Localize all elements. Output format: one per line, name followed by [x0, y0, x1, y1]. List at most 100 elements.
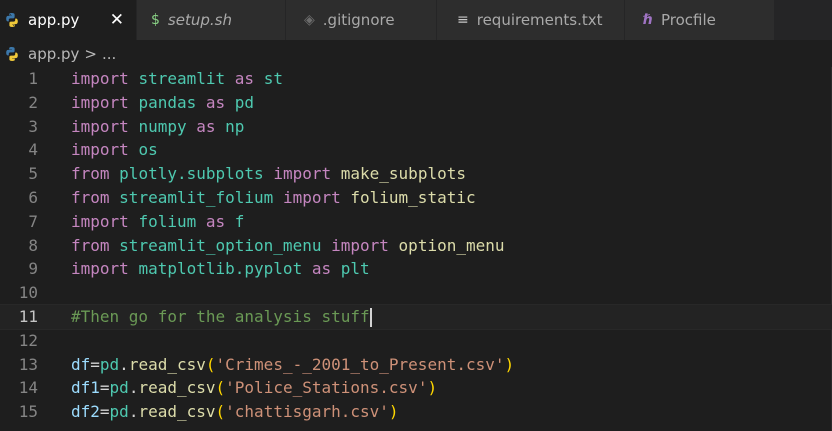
code-token: ( [205, 354, 216, 374]
code-text[interactable]: import os [71, 138, 158, 162]
line-number: 3 [28, 116, 38, 136]
code-text[interactable]: import folium as f [71, 210, 244, 234]
line-number: 1 [28, 69, 38, 88]
python-icon [6, 13, 18, 27]
code-text[interactable]: df2=pd.read_csv('chattisgarh.csv') [71, 400, 399, 424]
tab-gitignore[interactable]: ◈ .gitignore [286, 0, 437, 40]
code-token: plt [340, 259, 370, 279]
code-line[interactable]: 15 df2=pd.read_csv('chattisgarh.csv') [0, 400, 832, 424]
breadcrumb-file[interactable]: app.py [28, 45, 79, 63]
tab-setup-sh[interactable]: $ setup.sh [137, 0, 286, 40]
line-number: 11 [18, 306, 38, 326]
line-number: 12 [18, 330, 38, 350]
code-token: . [128, 378, 139, 398]
code-token: read_csv [138, 378, 216, 398]
code-line[interactable]: 10 [0, 281, 832, 305]
tab-app-py[interactable]: app.py ✕ [0, 0, 137, 40]
code-token: numpy [138, 116, 187, 136]
heroku-icon: ℏ [643, 12, 653, 28]
code-token: import [71, 259, 129, 279]
line-number: 4 [28, 140, 38, 160]
code-token: import [71, 116, 129, 136]
code-text[interactable]: df=pd.read_csv('Crimes_-_2001_to_Present… [71, 353, 514, 377]
code-token: pd [109, 402, 129, 422]
code-text[interactable]: df1=pd.read_csv('Police_Stations.csv') [71, 376, 437, 400]
code-token: 'Crimes_-_2001_to_Present.csv' [215, 354, 505, 374]
code-token: #Then go for the analysis stuff [71, 306, 370, 326]
code-token: as [205, 92, 226, 112]
code-token: ( [215, 402, 226, 422]
code-line[interactable]: 9 import matplotlib.pyplot as plt [0, 257, 832, 281]
code-token: import [282, 187, 341, 207]
code-line[interactable]: 4 import os [0, 138, 832, 162]
code-token: import [71, 211, 129, 231]
code-token: from [71, 235, 110, 255]
code-text[interactable]: import numpy as np [71, 115, 244, 139]
tab-procfile[interactable]: ℏ Procfile [625, 0, 775, 40]
code-token: df [71, 354, 91, 374]
tab-requirements-txt[interactable]: ≡ requirements.txt [437, 0, 625, 40]
close-icon[interactable]: ✕ [110, 10, 124, 30]
code-token: import [331, 235, 389, 255]
code-token: as [205, 211, 226, 231]
code-token: option_menu [398, 235, 505, 255]
code-token: f [234, 211, 245, 231]
tab-label: Procfile [660, 11, 716, 29]
line-number: 6 [28, 187, 38, 207]
line-number: 7 [28, 211, 38, 231]
code-token: streamlit_folium [119, 187, 274, 207]
code-token: read_csv [128, 354, 206, 374]
code-token: 'chattisgarh.csv' [225, 402, 389, 422]
code-text[interactable]: from streamlit_folium import folium_stat… [71, 186, 476, 210]
code-text[interactable]: import streamlit as st [71, 67, 283, 91]
code-token: import [273, 164, 332, 184]
code-line[interactable]: 2 import pandas as pd [0, 91, 832, 115]
code-token: plotly.subplots [119, 164, 264, 184]
code-line[interactable]: 3 import numpy as np [0, 115, 832, 139]
code-token: ) [427, 378, 438, 398]
lines-icon: ≡ [457, 12, 469, 28]
code-text[interactable]: from plotly.subplots import make_subplot… [71, 162, 466, 186]
code-token: from [71, 187, 110, 207]
code-editor[interactable]: 1 import streamlit as st 2 import pandas as… [0, 67, 832, 431]
code-token: df2 [71, 402, 100, 422]
code-line[interactable]: 11 #Then go for the analysis stuff [0, 303, 832, 330]
line-number: 13 [18, 354, 38, 374]
text-cursor [369, 307, 372, 327]
code-token: pd [99, 354, 120, 374]
code-line[interactable]: 7 import folium as f [0, 210, 832, 234]
code-token: import [71, 92, 129, 112]
code-line[interactable]: 5 from plotly.subplots import make_subplo… [0, 162, 832, 186]
code-text[interactable]: import matplotlib.pyplot as plt [71, 257, 370, 281]
line-number: 15 [18, 402, 38, 422]
code-token: = [99, 378, 110, 398]
code-text[interactable]: #Then go for the analysis stuff [71, 305, 372, 329]
code-line[interactable]: 13 df=pd.read_csv('Crimes_-_2001_to_Prese… [0, 353, 832, 377]
code-token: df1 [71, 378, 100, 398]
tab-bar: app.py ✕ $ setup.sh ◈ .gitignore ≡ requi… [0, 0, 832, 40]
breadcrumb-symbol[interactable]: ... [102, 45, 116, 63]
code-line[interactable]: 14 df1=pd.read_csv('Police_Stations.csv') [0, 376, 832, 400]
code-token: as [234, 69, 255, 88]
code-line[interactable]: 8 from streamlit_option_menu import optio… [0, 234, 832, 258]
code-line[interactable]: 12 [0, 329, 832, 353]
code-token: import [71, 69, 129, 88]
code-line[interactable]: 6 from streamlit_folium import folium_sta… [0, 186, 832, 210]
code-text[interactable]: from streamlit_option_menu import option… [71, 234, 505, 258]
code-token: os [138, 140, 158, 160]
code-text[interactable]: import pandas as pd [71, 91, 254, 115]
code-line[interactable]: 1 import streamlit as st [0, 67, 832, 91]
tab-label: app.py [28, 11, 80, 29]
